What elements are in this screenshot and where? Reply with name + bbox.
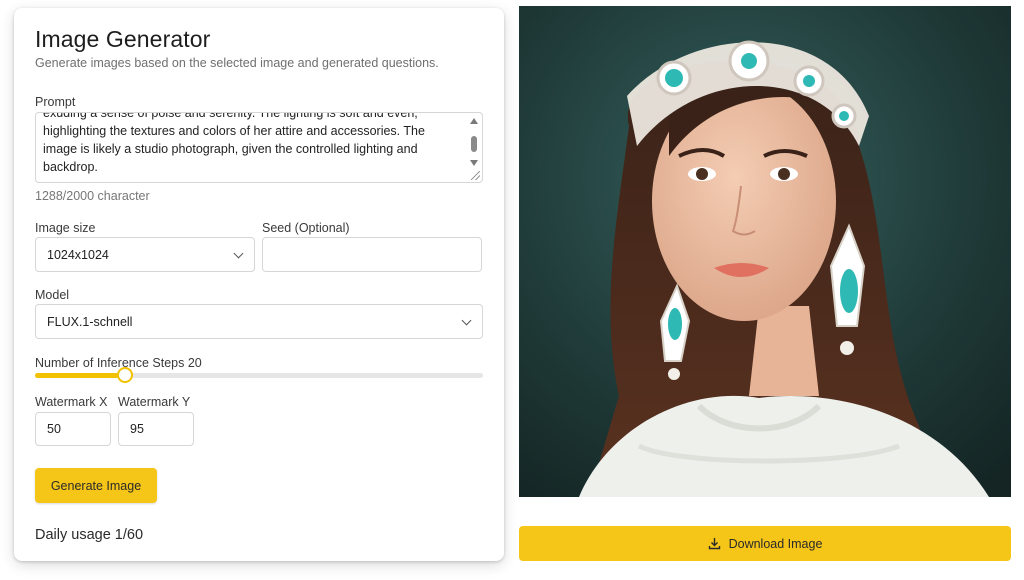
prompt-line: image is likely a studio photograph, giv… xyxy=(43,142,418,156)
image-size-label: Image size xyxy=(35,221,96,235)
seed-input[interactable] xyxy=(262,237,482,272)
prompt-textarea[interactable]: exuding a sense of poise and serenity. T… xyxy=(35,112,483,183)
prompt-scrollbar[interactable] xyxy=(468,116,480,174)
prompt-line: highlighting the textures and colors of … xyxy=(43,124,425,138)
character-count: 1288/2000 character xyxy=(35,189,150,203)
generator-panel: Image Generator Generate images based on… xyxy=(14,8,504,561)
download-icon xyxy=(708,538,720,550)
model-label: Model xyxy=(35,288,70,302)
image-size-select[interactable]: 1024x1024 xyxy=(35,237,255,272)
inference-steps-slider[interactable] xyxy=(35,367,483,383)
prompt-line: backdrop. xyxy=(43,160,98,174)
chevron-down-icon xyxy=(233,248,244,259)
page-title: Image Generator xyxy=(35,26,211,52)
watermark-y-label: Watermark Y xyxy=(118,395,191,409)
model-value: FLUX.1-schnell xyxy=(47,314,133,329)
prompt-line: exuding a sense of poise and serenity. T… xyxy=(43,112,418,120)
chevron-down-icon xyxy=(461,315,472,326)
inference-steps-label: Number of Inference Steps 20 xyxy=(35,356,202,370)
scroll-up-arrow-icon[interactable] xyxy=(470,118,478,124)
prompt-label: Prompt xyxy=(35,95,76,109)
image-size-value: 1024x1024 xyxy=(47,247,109,262)
scroll-thumb[interactable] xyxy=(471,136,477,152)
download-image-button[interactable]: Download Image xyxy=(519,526,1011,561)
watermark-x-input[interactable]: 50 xyxy=(35,412,111,446)
page-subtitle: Generate images based on the selected im… xyxy=(35,56,439,70)
watermark-y-value: 95 xyxy=(130,422,144,436)
prompt-text: exuding a sense of poise and serenity. T… xyxy=(43,112,461,176)
seed-label: Seed (Optional) xyxy=(262,221,350,235)
portrait-illustration xyxy=(519,6,1011,497)
download-button-label: Download Image xyxy=(728,536,823,551)
resize-grip-icon[interactable] xyxy=(471,171,480,180)
watermark-y-input[interactable]: 95 xyxy=(118,412,194,446)
scroll-down-arrow-icon[interactable] xyxy=(470,160,478,166)
model-select[interactable]: FLUX.1-schnell xyxy=(35,304,483,339)
slider-fill xyxy=(35,373,125,378)
generate-image-button[interactable]: Generate Image xyxy=(35,468,157,503)
daily-usage: Daily usage 1/60 xyxy=(35,527,144,543)
watermark-x-value: 50 xyxy=(47,422,61,436)
watermark-x-label: Watermark X xyxy=(35,395,108,409)
slider-thumb[interactable] xyxy=(116,367,133,383)
generated-image xyxy=(519,6,1011,497)
